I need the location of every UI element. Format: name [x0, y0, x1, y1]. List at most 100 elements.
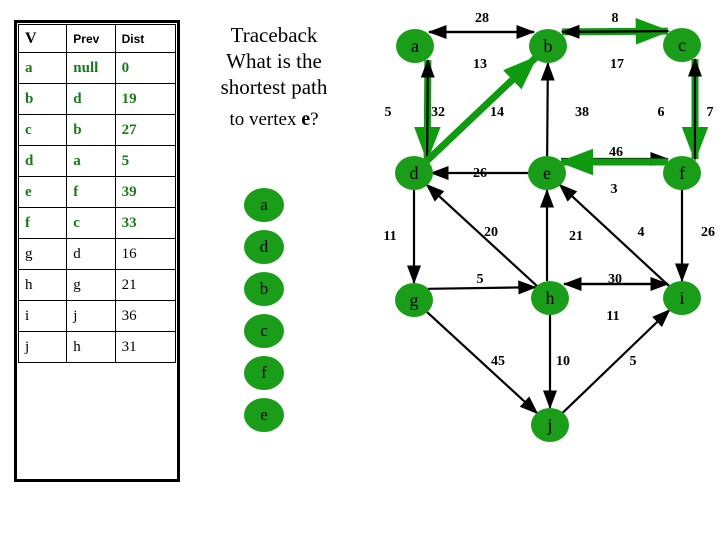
title-line-traceback: Traceback — [230, 23, 318, 47]
edge-weight-e-d: 26 — [473, 166, 487, 181]
edge-weight-e-f: 46 — [609, 145, 623, 160]
table-row: c b 27 — [17, 114, 177, 146]
cell-dist: 27 — [114, 114, 177, 146]
graph-edges-layer — [406, 18, 709, 415]
edge-j-i — [561, 308, 671, 415]
cell-vertex: e — [17, 176, 68, 208]
cell-dist: 21 — [114, 269, 177, 301]
graph-node-label-h: h — [546, 288, 555, 308]
title-question-mark: ? — [310, 109, 319, 130]
cell-prev: null — [66, 52, 116, 84]
cell-vertex: h — [17, 269, 68, 301]
edge-weight-f-i: 26 — [701, 225, 715, 240]
edge-weight-h-i: 30 — [608, 272, 622, 287]
table-row: e f 39 — [17, 176, 177, 208]
graph-node-label-c: c — [678, 35, 686, 55]
graph-svg: a b c d e f g h i j 28 13 8 17 5 32 14 38 6 7 26 46 3 11 20 21 4 2… — [383, 11, 715, 442]
edge-weight-j-i: 5 — [630, 354, 637, 369]
edge-weight-h-d: 20 — [484, 225, 498, 240]
path-node-a: a — [244, 188, 284, 222]
graph-node-label-g: g — [410, 290, 419, 310]
cell-dist: 0 — [114, 52, 177, 84]
edge-weight-g-h: 5 — [477, 272, 484, 287]
column-header-v: V — [17, 24, 68, 53]
cell-dist: 39 — [114, 176, 177, 208]
edge-weight-g-j: 45 — [491, 354, 505, 369]
cell-vertex: j — [17, 331, 68, 363]
cell-prev: f — [66, 176, 116, 208]
cell-prev: h — [66, 331, 116, 363]
column-header-dist: Dist — [114, 24, 177, 53]
cell-dist: 36 — [114, 300, 177, 332]
title-block: Traceback What is the shortest path to v… — [188, 22, 360, 133]
edge-weight-c-b: 17 — [610, 57, 624, 72]
edge-weight-b-c: 8 — [612, 11, 619, 26]
edge-weight-d-g: 11 — [383, 229, 396, 244]
graph-diagram: a b c d e f g h i j 28 13 8 17 5 32 14 38 6 7 26 46 3 11 20 21 4 2… — [360, 0, 720, 540]
graph-node-label-a: a — [411, 36, 419, 56]
cell-prev: d — [66, 83, 116, 115]
table-row: f c 33 — [17, 207, 177, 239]
table-header-row: V Prev Dist — [17, 24, 177, 53]
edge-weight-e-b: 38 — [575, 105, 589, 120]
edge-e-b — [540, 61, 555, 157]
cell-dist: 19 — [114, 83, 177, 115]
edge-weight-b-a: 13 — [473, 57, 487, 72]
cell-prev: d — [66, 238, 116, 270]
cell-prev: j — [66, 300, 116, 332]
cell-dist: 16 — [114, 238, 177, 270]
cell-dist: 31 — [114, 331, 177, 363]
title-to-vertex-prefix: to vertex — [229, 109, 302, 130]
table-row: a null 0 — [17, 52, 177, 84]
edge-weight-c-f: 6 — [658, 105, 665, 120]
edge-d-a — [420, 59, 435, 160]
edge-weight-f-c: 7 — [707, 105, 714, 120]
cell-prev: c — [66, 207, 116, 239]
graph-node-label-b: b — [544, 36, 553, 56]
edge-weight-f-e: 3 — [611, 182, 618, 197]
edge-g-h — [427, 280, 537, 295]
table-row: da5 — [17, 145, 177, 177]
graph-node-label-j: j — [546, 415, 552, 435]
table-row: b d 19 — [17, 83, 177, 115]
path-node-b: b — [244, 272, 284, 306]
title-target-vertex: e — [301, 108, 311, 130]
table-row: i j 36 — [17, 300, 177, 332]
table-row: h g 21 — [17, 269, 177, 301]
graph-node-label-d: d — [410, 163, 419, 183]
title-line-question-1: What is the — [226, 49, 322, 73]
title-line-question-3: to vertex e? — [188, 106, 360, 133]
edge-weight-a-b: 28 — [475, 11, 489, 26]
graph-node-label-e: e — [543, 163, 551, 183]
edge-c-b — [560, 24, 668, 39]
edge-weight-d-b: 14 — [490, 105, 504, 120]
cell-vertex: c — [17, 114, 68, 146]
cell-vertex: f — [17, 207, 68, 239]
table-row: j h 31 — [17, 331, 177, 363]
edge-g-j — [425, 310, 539, 415]
edge-weight-d-a: 32 — [431, 105, 445, 120]
cell-prev: g — [66, 269, 116, 301]
cell-prev: a — [66, 145, 116, 177]
edge-weight-a-d: 5 — [385, 105, 392, 120]
cell-vertex: b — [17, 83, 68, 115]
cell-prev: b — [66, 114, 116, 146]
path-node-c: c — [244, 314, 284, 348]
cell-vertex: d — [17, 145, 68, 177]
table-row: g d 16 — [17, 238, 177, 270]
column-header-prev: Prev — [66, 24, 116, 53]
path-node-f: f — [244, 356, 284, 390]
cell-vertex: i — [17, 300, 68, 332]
edge-weight-i-e: 21 — [569, 229, 583, 244]
cell-dist: 5 — [114, 145, 177, 177]
path-node-d: d — [244, 230, 284, 264]
traceback-path-list: adbcfe — [244, 188, 284, 440]
cell-vertex: a — [17, 52, 68, 84]
cell-vertex: g — [17, 238, 68, 270]
dijkstra-table: V Prev Dist a null 0 b d 19 c b 27 d a 5 e f 39 f c 33 g d 1… — [17, 24, 177, 363]
edge-weight-i-h: 11 — [606, 309, 619, 324]
path-node-e: e — [244, 398, 284, 432]
cell-dist: 33 — [114, 207, 177, 239]
graph-node-label-f: f — [679, 163, 685, 183]
graph-node-label-i: i — [679, 288, 684, 308]
